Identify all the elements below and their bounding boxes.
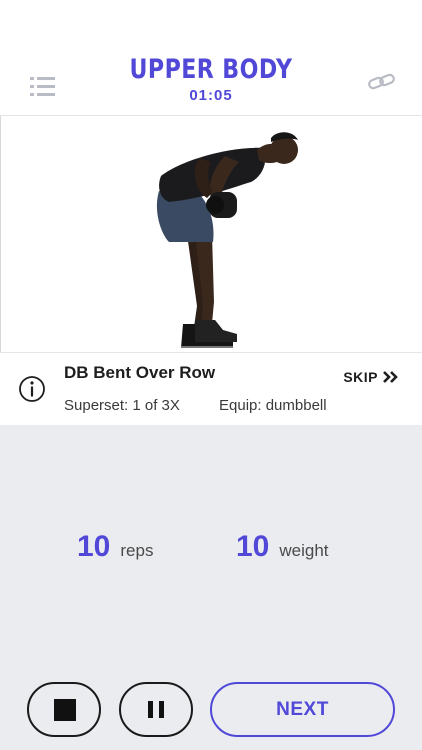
exercise-info-panel: DB Bent Over Row Superset: 1 of 3X Equip… xyxy=(0,352,422,425)
link-icon[interactable] xyxy=(366,70,398,94)
workout-controls-panel: 10 reps 10 weight NEXT xyxy=(0,425,422,750)
reps-stat: 10 reps xyxy=(77,530,153,564)
pause-icon xyxy=(148,701,153,718)
double-chevron-right-icon xyxy=(383,371,398,383)
reps-value: 10 xyxy=(77,530,111,563)
exercise-image xyxy=(0,115,422,352)
next-button[interactable]: NEXT xyxy=(210,682,395,737)
exercise-name: DB Bent Over Row xyxy=(64,363,216,382)
superset-label: Superset: 1 of 3X xyxy=(64,397,180,414)
equipment-label: Equip: dumbbell xyxy=(219,397,327,414)
stop-icon xyxy=(54,699,76,721)
athlete-figure xyxy=(156,132,298,348)
pause-button[interactable] xyxy=(119,682,193,737)
header: UPPER BODY 01:05 xyxy=(0,0,422,115)
workout-title: UPPER BODY xyxy=(129,54,293,85)
skip-label: SKIP xyxy=(343,369,378,385)
next-label: NEXT xyxy=(276,698,329,720)
weight-value: 10 xyxy=(236,530,270,563)
weight-stat: 10 weight xyxy=(236,530,329,564)
pause-icon xyxy=(159,701,164,718)
weight-unit: weight xyxy=(279,541,329,560)
stop-button[interactable] xyxy=(27,682,101,737)
info-icon[interactable] xyxy=(18,375,46,403)
reps-unit: reps xyxy=(120,541,154,560)
workout-timer: 01:05 xyxy=(189,87,233,104)
skip-button[interactable]: SKIP xyxy=(343,367,400,387)
